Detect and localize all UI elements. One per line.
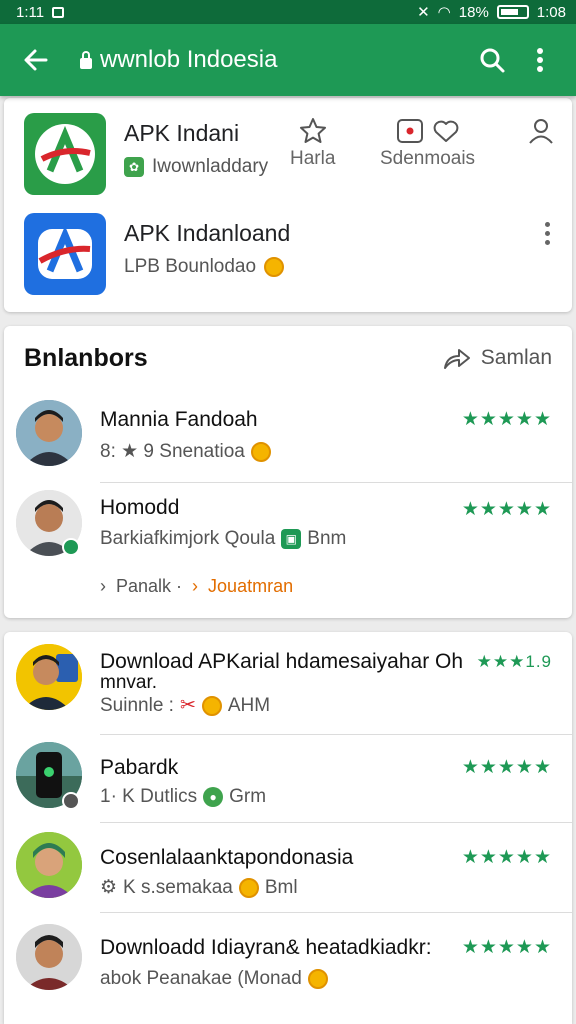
lock-icon bbox=[80, 50, 92, 69]
reviewer-name: Homodd bbox=[100, 496, 180, 519]
emoji-face-icon bbox=[201, 695, 222, 716]
share-label: Samlan bbox=[480, 346, 552, 369]
review-row[interactable]: Homodd Barkiafkimjork Qoula ▣ Bnm ★★★★★ bbox=[4, 486, 572, 576]
ribbon-icon: ✂ bbox=[179, 695, 196, 716]
app-logo-green-icon bbox=[24, 113, 106, 195]
app-logo-blue-icon bbox=[24, 213, 106, 295]
rating-stars: ★★★★★ bbox=[461, 937, 552, 958]
search-icon[interactable] bbox=[468, 36, 516, 84]
reviewer-meta: Barkiafkimjork Qoula bbox=[100, 528, 276, 549]
status-bar: 1:11 ✕ ◠ 18% 1:08 bbox=[0, 0, 576, 24]
download-meta: K s.semakaa bbox=[123, 876, 233, 898]
rating-stars: ★★★1.9 bbox=[476, 652, 552, 671]
reviewer-meta: 8: ★ 9 Snenatioa bbox=[100, 441, 245, 462]
download-extra: Bml bbox=[264, 876, 298, 898]
divider bbox=[100, 482, 572, 483]
app-developer: Iwownladdary bbox=[152, 156, 269, 177]
toolbar-title-text: wwnlob Indoesia bbox=[100, 46, 278, 73]
section-title: Bnlanbors bbox=[24, 344, 148, 372]
download-title-line2: mnvar. bbox=[100, 672, 158, 693]
download-subtitle: abok Peanakae (Monad bbox=[100, 968, 328, 990]
reviewers-card: Bnlanbors Samlan Mannia Fandoah 8: ★ 9 S… bbox=[4, 326, 572, 618]
download-extra: Grm bbox=[229, 786, 267, 807]
download-title: Downloadd Idiayran& heatadkiadkr: bbox=[100, 936, 432, 959]
section-header: Bnlanbors Samlan bbox=[4, 326, 572, 396]
share-button[interactable]: Samlan bbox=[441, 346, 552, 370]
gear-icon: ⚙ bbox=[100, 877, 118, 898]
action-favorite-label: Harla bbox=[290, 148, 336, 169]
battery-percent: 18% bbox=[458, 3, 489, 21]
rating-stars: ★★★★★ bbox=[461, 757, 552, 778]
rating-stars: ★★★★★ bbox=[461, 409, 552, 430]
app-developer: LPB Bounlodao bbox=[124, 256, 257, 277]
notification-icon bbox=[52, 6, 65, 18]
action-wishlist-label: Sdenmoais bbox=[380, 148, 476, 169]
toolbar-title: wwnlob Indoesia bbox=[60, 46, 468, 74]
chevron-right-orange-icon: › bbox=[192, 576, 199, 596]
verified-badge-icon bbox=[62, 538, 80, 556]
battery-icon bbox=[496, 5, 529, 19]
rating-stars: ★★★★★ bbox=[461, 847, 552, 868]
app-name: APK Indanloand bbox=[124, 220, 291, 246]
emoji-face-icon bbox=[307, 969, 328, 989]
wifi-icon: ◠ bbox=[437, 4, 451, 21]
reviewer-subtitle: Barkiafkimjork Qoula ▣ Bnm bbox=[100, 528, 346, 550]
apps-card: APK Indani ✿ Iwownladdary Harla Sdenmoai… bbox=[4, 98, 572, 312]
download-title: Download APKarial hdamesaiyahar Oh bbox=[100, 650, 464, 673]
reviewer-subtitle: 8: ★ 9 Snenatioa bbox=[100, 440, 271, 463]
avatar bbox=[16, 832, 82, 898]
chevron-right-icon: › bbox=[100, 576, 106, 596]
avatar bbox=[16, 644, 82, 710]
app-row[interactable]: APK Indanloand LPB Bounlodao bbox=[4, 198, 572, 298]
download-subtitle: 1· K Dutlics ● Grm bbox=[100, 786, 266, 808]
review-row[interactable]: Mannia Fandoah 8: ★ 9 Snenatioa ★★★★★ bbox=[4, 396, 572, 486]
more-link-right[interactable]: Jouatmran bbox=[208, 576, 293, 597]
heart-badge-icon bbox=[380, 116, 475, 148]
emoji-face-icon bbox=[264, 257, 285, 277]
reviewer-name: Mannia Fandoah bbox=[100, 408, 258, 431]
app-toolbar: wwnlob Indoesia bbox=[0, 24, 576, 96]
download-row[interactable]: Download APKarial hdamesaiyahar Oh mnvar… bbox=[4, 632, 572, 735]
status-time-left: 1:11 bbox=[16, 3, 45, 21]
download-subtitle: Suinnle : ✂ AHM bbox=[100, 694, 270, 717]
app-menu-icon[interactable] bbox=[542, 222, 552, 245]
overflow-menu-icon[interactable] bbox=[516, 36, 564, 84]
chat-icon: ▣ bbox=[281, 529, 302, 549]
arrow-left-icon[interactable] bbox=[12, 36, 60, 84]
app-subtitle: LPB Bounlodao bbox=[124, 256, 285, 278]
more-link-left[interactable]: Panalk · bbox=[116, 576, 182, 597]
status-time-right: 1:08 bbox=[536, 3, 566, 21]
download-row[interactable]: Downloadd Idiayran& heatadkiadkr: abok P… bbox=[4, 912, 572, 1002]
more-links: › Panalk · › Jouatmran bbox=[100, 576, 293, 597]
download-meta: Suinnle : bbox=[100, 694, 174, 716]
download-title: Pabardk bbox=[100, 756, 179, 779]
developer-icon: ✿ bbox=[124, 157, 144, 177]
location-icon: ● bbox=[203, 787, 224, 807]
person-icon bbox=[526, 116, 556, 148]
action-favorite[interactable]: Harla bbox=[290, 116, 335, 170]
download-row[interactable]: Cosenlalaanktapondonasia ⚙ K s.semakaa B… bbox=[4, 822, 572, 913]
avatar bbox=[16, 924, 82, 990]
share-icon bbox=[443, 349, 470, 369]
chevron-badge-icon bbox=[62, 792, 80, 810]
download-extra: AHM bbox=[227, 694, 271, 716]
emoji-face-icon bbox=[250, 441, 271, 462]
download-title: Cosenlalaanktapondonasia bbox=[100, 846, 354, 869]
download-subtitle: ⚙ K s.semakaa Bml bbox=[100, 876, 298, 899]
app-name: APK Indani bbox=[124, 120, 240, 146]
download-row[interactable]: Pabardk 1· K Dutlics ● Grm ★★★★★ bbox=[4, 732, 572, 823]
downloads-card: Download APKarial hdamesaiyahar Oh mnvar… bbox=[4, 632, 572, 1024]
action-profile[interactable] bbox=[526, 116, 556, 148]
app-row[interactable]: APK Indani ✿ Iwownladdary Harla Sdenmoai… bbox=[4, 98, 572, 198]
star-outline-icon bbox=[290, 116, 335, 148]
emoji-face-icon bbox=[238, 877, 259, 898]
avatar bbox=[16, 400, 82, 466]
download-meta: 1· K Dutlics bbox=[100, 786, 198, 807]
reviewer-extra: Bnm bbox=[307, 528, 347, 549]
mute-icon: ✕ bbox=[417, 4, 430, 21]
rating-stars: ★★★★★ bbox=[461, 499, 552, 520]
app-subtitle: ✿ Iwownladdary bbox=[124, 156, 268, 178]
action-wishlist[interactable]: Sdenmoais bbox=[380, 116, 475, 170]
download-meta: abok Peanakae (Monad bbox=[100, 968, 302, 989]
